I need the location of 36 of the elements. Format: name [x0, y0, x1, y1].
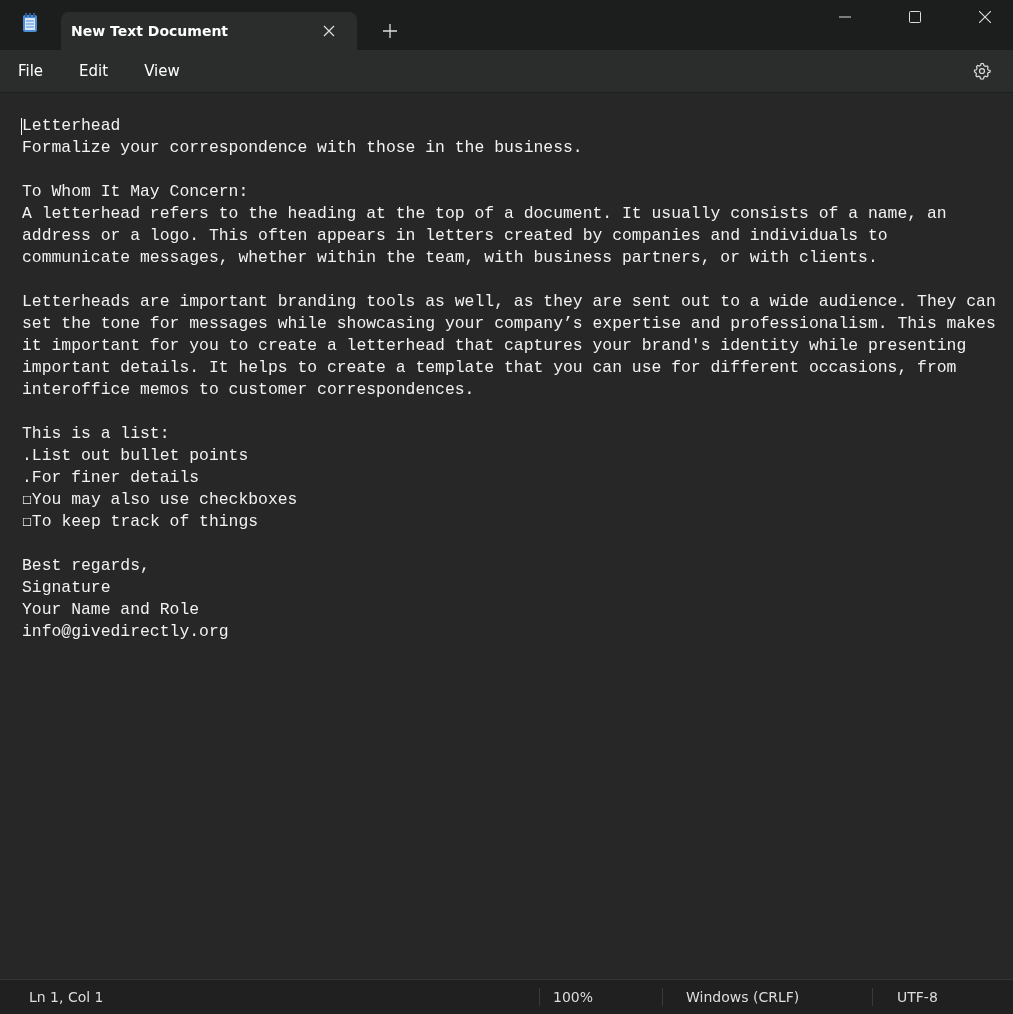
text-line: Letterheads are important branding tools as well, as they are sent out to a wide audience. They can — [22, 291, 996, 313]
text-line: info@givedirectly.org — [22, 621, 229, 643]
text-line: set the tone for messages while showcasing your company’s expertise and professionalism. This makes — [22, 313, 996, 335]
cursor-position: Ln 1, Col 1 — [28, 989, 105, 1005]
close-icon[interactable] — [323, 25, 335, 37]
text-line: A letterhead refers to the heading at the top of a document. It usually consists of a name, an — [22, 203, 947, 225]
menu-item[interactable]: View — [130, 56, 194, 86]
tab-title: New Text Document — [71, 23, 229, 39]
text-line: it important for you to create a letterhead that captures your brand's identity while presenting — [22, 335, 967, 357]
text-line: important details. It helps to create a template that you can use for different occasions, from — [22, 357, 957, 379]
line-endings: Windows (CRLF) — [685, 989, 801, 1005]
notepad-icon — [22, 13, 38, 33]
document-tab[interactable]: New Text Document — [61, 12, 357, 50]
text-line: Letterhead — [22, 115, 121, 137]
text-line: interoffice memos to customer correspondences. — [22, 379, 475, 401]
settings-icon[interactable] — [973, 62, 991, 80]
close-icon[interactable] — [979, 11, 991, 23]
text-line: Signature — [22, 577, 111, 599]
new-tab-icon[interactable] — [383, 24, 397, 38]
text-line: ☐You may also use checkboxes — [22, 489, 298, 511]
text-line: Your Name and Role — [22, 599, 200, 621]
maximize-icon[interactable] — [909, 11, 921, 23]
text-line: .For finer details — [22, 467, 200, 489]
text-line: This is a list: — [22, 423, 170, 445]
menu-item[interactable]: File — [4, 56, 58, 86]
text-line: Best regards, — [22, 555, 150, 577]
encoding: UTF-8 — [896, 989, 938, 1005]
menu-item[interactable]: Edit — [65, 56, 123, 86]
text-line: .List out bullet points — [22, 445, 249, 467]
zoom-level: 100% — [552, 989, 595, 1005]
text-line: communicate messages, whether within the team, with business partners, or with clients. — [22, 247, 878, 269]
text-line: ☐To keep track of things — [22, 511, 259, 533]
text-cursor — [21, 118, 22, 135]
text-line: Formalize your correspondence with those in the business. — [22, 137, 583, 159]
text-line: To Whom It May Concern: — [22, 181, 249, 203]
text-line: address or a logo. This often appears in letters created by companies and individuals to — [22, 225, 888, 247]
